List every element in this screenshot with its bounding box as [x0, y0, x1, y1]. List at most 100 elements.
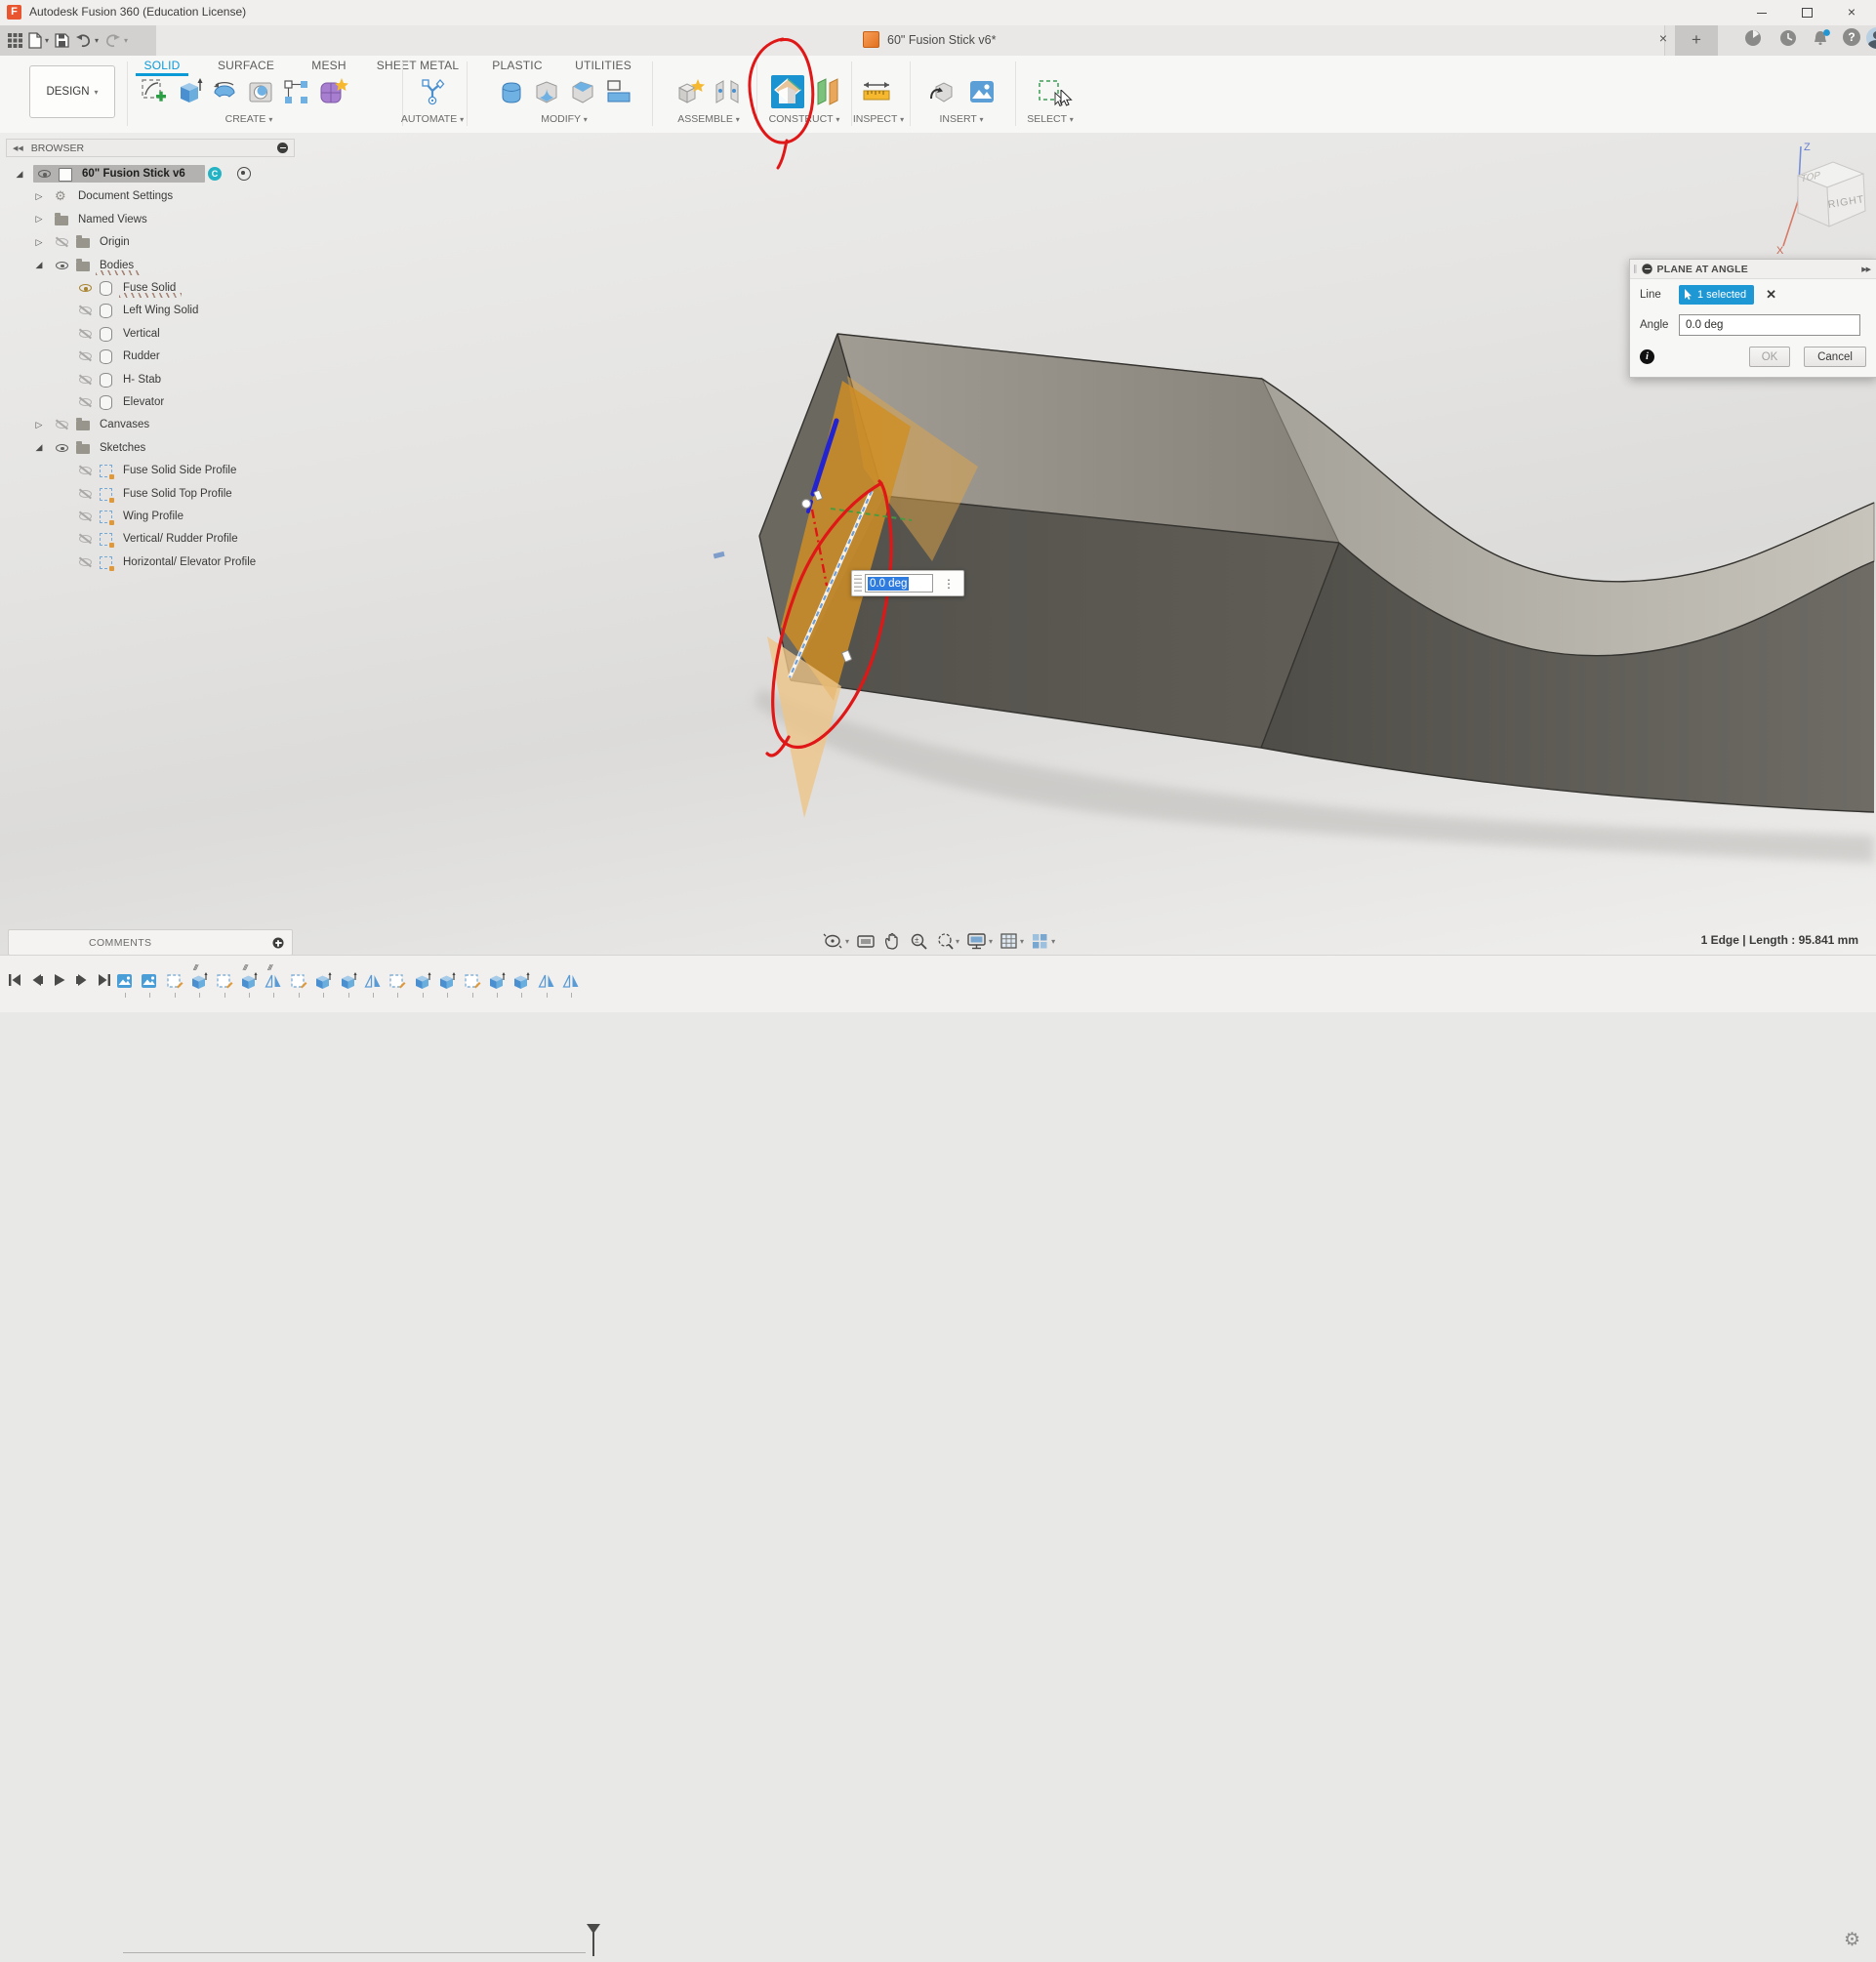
- document-tab-close-icon[interactable]: ×: [1654, 30, 1672, 46]
- automate-icon[interactable]: [416, 75, 449, 108]
- hole-icon[interactable]: [244, 75, 277, 108]
- step-forward-icon[interactable]: [75, 973, 89, 987]
- ok-button[interactable]: OK: [1749, 347, 1790, 367]
- group-label-insert[interactable]: INSERT ▾: [939, 113, 983, 125]
- offset-face-icon[interactable]: [602, 75, 635, 108]
- visibility-eye-icon[interactable]: [55, 418, 70, 431]
- fillet-icon[interactable]: [530, 75, 563, 108]
- visibility-eye-icon[interactable]: [78, 532, 94, 546]
- settings-gear-icon[interactable]: ⚙: [1844, 1929, 1860, 1951]
- visibility-eye-icon[interactable]: [78, 327, 94, 341]
- timeline-feature-mirror[interactable]: [562, 972, 582, 992]
- tab-surface[interactable]: SURFACE: [218, 59, 274, 72]
- tab-plastic[interactable]: PLASTIC: [492, 59, 542, 72]
- help-icon[interactable]: ?: [1843, 28, 1860, 46]
- timeline-feature-extrude[interactable]: [512, 972, 532, 992]
- grid-snap-icon[interactable]: ▾: [999, 931, 1024, 951]
- timeline-feature-canvas[interactable]: [141, 972, 160, 992]
- minimize-button[interactable]: [1741, 0, 1782, 24]
- browser-panel-header[interactable]: ◀◀ BROWSER: [6, 139, 295, 157]
- angle-input[interactable]: 0.0 deg: [1679, 314, 1860, 336]
- timeline-feature-mirror[interactable]: ///: [265, 972, 284, 992]
- visibility-eye-icon[interactable]: [55, 235, 70, 249]
- tab-mesh[interactable]: MESH: [311, 59, 346, 72]
- plane-at-angle-icon[interactable]: [771, 75, 804, 108]
- step-back-icon[interactable]: [30, 973, 44, 987]
- visibility-eye-icon[interactable]: [78, 304, 94, 317]
- visibility-eye-icon[interactable]: [55, 441, 70, 455]
- maximize-button[interactable]: [1786, 0, 1827, 24]
- create-sketch-icon[interactable]: [138, 75, 171, 108]
- group-label-create[interactable]: CREATE ▾: [225, 113, 273, 125]
- midplane-icon[interactable]: [809, 75, 842, 108]
- browser-minimize-icon[interactable]: [277, 143, 288, 153]
- display-settings-icon[interactable]: ▾: [966, 931, 993, 951]
- tab-utilities[interactable]: UTILITIES: [575, 59, 632, 72]
- undo-caret[interactable]: ▾: [95, 36, 99, 45]
- timeline-feature-extrude[interactable]: [314, 972, 334, 992]
- create-form-icon[interactable]: [316, 75, 349, 108]
- chamfer-icon[interactable]: [566, 75, 599, 108]
- timeline-feature-mirror[interactable]: [364, 972, 384, 992]
- collapsed-arrow-icon[interactable]: ▷: [33, 420, 45, 430]
- save-icon[interactable]: [55, 33, 69, 48]
- timeline-feature-extrude[interactable]: ///: [240, 972, 260, 992]
- group-label-assemble[interactable]: ASSEMBLE ▾: [677, 113, 740, 125]
- group-label-select[interactable]: SELECT ▾: [1027, 113, 1074, 125]
- visibility-eye-icon[interactable]: [78, 395, 94, 409]
- visibility-eye-icon[interactable]: [55, 259, 70, 272]
- dialog-info-icon[interactable]: i: [1640, 349, 1654, 364]
- timeline-feature-extrude[interactable]: [488, 972, 508, 992]
- visibility-eye-icon[interactable]: [78, 487, 94, 501]
- dialog-minimize-icon[interactable]: [1642, 264, 1652, 273]
- zoom-icon[interactable]: ±: [909, 931, 928, 951]
- 3d-viewport[interactable]: Z X TOP RIGHT ◀◀ BROWSER ◢60" Fusion Sti…: [0, 133, 1876, 955]
- ground-component-icon[interactable]: [237, 167, 251, 181]
- expanded-arrow-icon[interactable]: ◢: [33, 260, 45, 270]
- timeline-feature-canvas[interactable]: [116, 972, 136, 992]
- document-tab[interactable]: 60" Fusion Stick v6*: [156, 25, 1665, 56]
- new-document-tab-button[interactable]: +: [1675, 25, 1718, 56]
- group-label-modify[interactable]: MODIFY ▾: [541, 113, 588, 125]
- play-icon[interactable]: [53, 973, 66, 987]
- revolve-icon[interactable]: [208, 75, 241, 108]
- timeline-feature-sketch[interactable]: [216, 972, 235, 992]
- visibility-eye-icon[interactable]: [78, 510, 94, 523]
- timeline-feature-extrude[interactable]: [438, 972, 458, 992]
- look-at-icon[interactable]: [856, 931, 876, 951]
- app-grid-menu-icon[interactable]: [8, 33, 22, 48]
- job-status-clock-icon[interactable]: [1778, 28, 1802, 52]
- group-label-automate[interactable]: AUTOMATE ▾: [401, 113, 464, 125]
- expanded-arrow-icon[interactable]: ◢: [14, 169, 25, 180]
- user-avatar[interactable]: [1866, 27, 1876, 49]
- dialog-expand-icon[interactable]: ▶▶: [1861, 266, 1870, 273]
- timeline-feature-sketch[interactable]: [166, 972, 185, 992]
- measure-icon[interactable]: [860, 75, 893, 108]
- visibility-eye-icon[interactable]: [78, 349, 94, 363]
- orbit-icon[interactable]: ▾: [823, 931, 849, 951]
- view-cube[interactable]: Z X TOP RIGHT: [1769, 137, 1876, 256]
- expanded-arrow-icon[interactable]: ◢: [33, 442, 45, 453]
- collapsed-arrow-icon[interactable]: ▷: [33, 214, 45, 225]
- new-component-icon[interactable]: [673, 75, 707, 108]
- collapsed-arrow-icon[interactable]: ▷: [33, 191, 45, 202]
- add-comment-icon[interactable]: [272, 937, 283, 948]
- cloud-status-badge[interactable]: C: [208, 167, 222, 181]
- timeline-feature-sketch[interactable]: [388, 972, 408, 992]
- file-menu-caret[interactable]: ▾: [45, 36, 49, 45]
- extrude-icon[interactable]: [173, 75, 206, 108]
- extensions-icon[interactable]: [1743, 28, 1767, 52]
- timeline-feature-extrude[interactable]: [340, 972, 359, 992]
- group-label-inspect[interactable]: INSPECT ▾: [853, 113, 904, 125]
- dialog-grip-icon[interactable]: ∥: [1633, 264, 1638, 274]
- visibility-eye-icon[interactable]: [78, 464, 94, 477]
- notifications-bell-icon[interactable]: [1812, 28, 1835, 52]
- more-options-icon[interactable]: ⋮: [943, 580, 955, 588]
- timeline-feature-extrude[interactable]: ///: [190, 972, 210, 992]
- pan-icon[interactable]: [882, 931, 902, 951]
- zoom-window-icon[interactable]: ▾: [935, 931, 959, 951]
- timeline-feature-extrude[interactable]: [414, 972, 433, 992]
- insert-canvas-icon[interactable]: [965, 75, 999, 108]
- timeline-playhead[interactable]: [586, 1924, 601, 1962]
- timeline-feature-sketch[interactable]: [290, 972, 309, 992]
